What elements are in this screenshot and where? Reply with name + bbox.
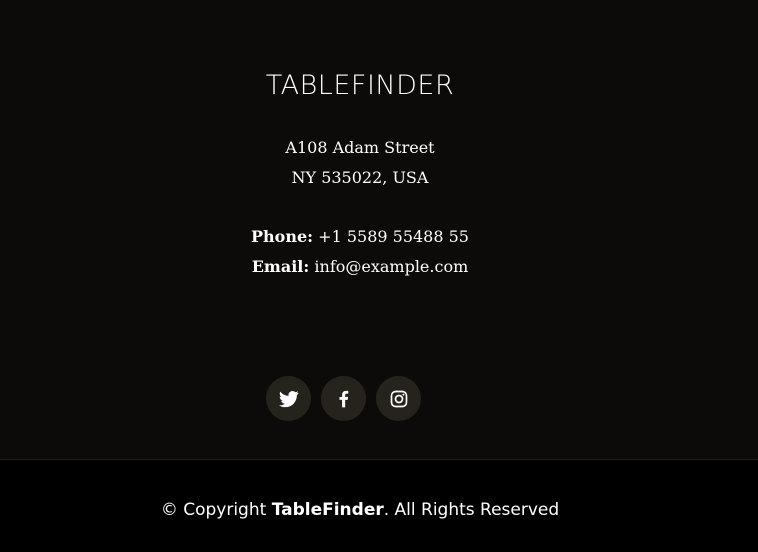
address-line-1: A108 Adam Street [285,138,435,157]
phone-label: Phone: [251,227,314,246]
email-label: Email: [251,257,310,276]
instagram-icon [390,390,407,407]
copyright-suffix: . All Rights Reserved [383,500,560,520]
footer-contact: Phone: +1 5589 55488 55 Email: info@exam… [0,222,720,282]
instagram-link[interactable] [376,376,421,421]
email-row: Email: info@example.com [0,252,720,282]
facebook-link[interactable] [321,376,366,421]
twitter-link[interactable] [266,376,311,421]
phone-row: Phone: +1 5589 55488 55 [0,222,720,252]
footer-brand-title: TABLEFINDER [265,70,455,101]
email-value[interactable]: info@example.com [314,257,468,276]
footer-divider [0,459,758,460]
phone-value: +1 5589 55488 55 [318,227,469,246]
copyright-brand: TableFinder [271,500,384,520]
copyright-text: © Copyright TableFinder. All Rights Rese… [0,500,720,520]
twitter-icon [278,390,299,407]
address-line-2: NY 535022, USA [291,168,429,187]
social-links [266,376,421,421]
facebook-icon [339,390,348,407]
footer-address: A108 Adam Street NY 535022, USA [0,133,720,193]
footer-top-section: TABLEFINDER A108 Adam Street NY 535022, … [0,0,758,459]
copyright-prefix: © Copyright [160,500,267,520]
